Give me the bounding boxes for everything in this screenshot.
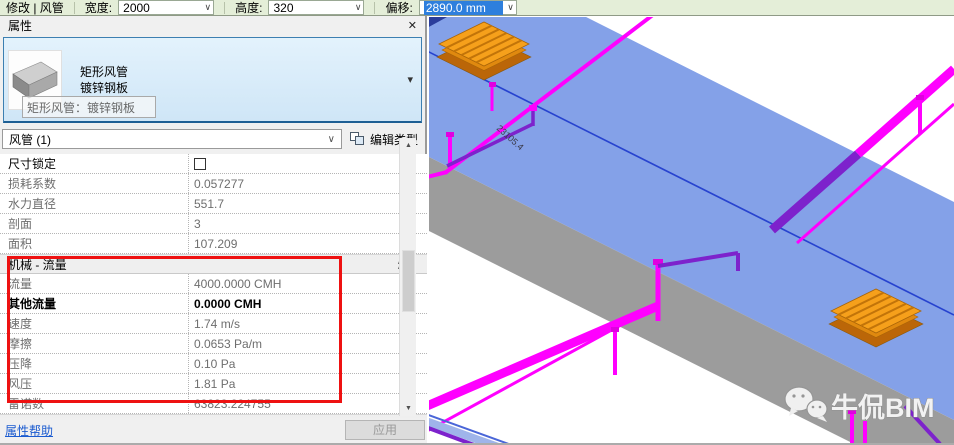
chevron-down-icon[interactable]: ∨ [507,3,514,12]
prop-label: 剖面 [8,217,33,231]
close-icon[interactable]: ✕ [408,19,417,32]
height-value[interactable]: 320 [273,1,350,15]
context-tab-label: 修改 | 风管 [6,1,64,15]
toolbar-separator [224,1,226,14]
width-label: 宽度: [84,1,113,15]
prop-row-loss-coefficient: 损耗系数 0.057277 [0,174,427,194]
properties-panel: 属性 ✕ 矩形风管 镀锌钢板 ▾ 矩形风管：镀锌钢板 风管 (1) ∨ 编辑类型… [0,16,427,443]
scroll-up-icon[interactable]: ▲ [400,138,417,153]
instance-selector-value: 风管 (1) [9,132,52,147]
prop-row-friction: 摩擦 0.0653 Pa/m [0,334,427,354]
pipe-wide-bottom[interactable] [429,301,660,411]
prop-label: 流量 [8,277,33,291]
duct-thumbnail-image [12,61,58,99]
duct-3d[interactable] [429,17,954,443]
pipe-thin-bottom[interactable] [429,325,618,432]
property-grid: 尺寸锁定 损耗系数 0.057277 水力直径 551.7 剖面 3 面积 10… [0,154,427,434]
chevron-down-icon[interactable]: ∨ [205,3,212,12]
prop-value [188,154,409,173]
prop-value: 4000.0000 CMH [188,274,409,293]
prop-label: 水力直径 [8,197,57,211]
prop-value: 107.209 [188,234,409,253]
toolbar-separator [73,1,75,14]
prop-label: 尺寸锁定 [8,157,57,171]
chevron-down-icon[interactable]: ∨ [328,134,335,145]
offset-value[interactable]: 2890.0 mm [423,0,504,15]
prop-row-additional-flow: 其他流量 0.0000 CMH [0,294,427,314]
prop-row-flow: 流量 4000.0000 CMH [0,274,427,294]
prop-row-pressure-drop: 压降 0.10 Pa [0,354,427,374]
panel-footer: 属性帮助 应用 [0,418,427,443]
prop-value: 63823.224755 [188,394,409,413]
prop-label: 其他流量 [8,297,57,311]
scrollbar-thumb[interactable] [402,250,415,312]
pipe-crossing-right[interactable] [855,65,954,158]
type-tooltip: 矩形风管：镀锌钢板 [22,96,156,118]
properties-help-link[interactable]: 属性帮助 [5,422,53,439]
prop-label: 风压 [8,377,33,391]
prop-value: 0.10 Pa [188,354,409,373]
prop-row-hydraulic-diameter: 水力直径 551.7 [0,194,427,214]
prop-label: 摩擦 [8,337,33,351]
offset-label: 偏移: [385,1,413,15]
panel-title: 属性 [8,19,33,33]
offset-combobox[interactable]: 2890.0 mm ∨ [418,0,517,15]
section-label: 机械 - 流量 [8,257,67,272]
prop-value: 1.74 m/s [188,314,409,333]
3d-viewport[interactable]: 23105.4 牛侃BIM [429,17,954,443]
width-combobox[interactable]: 2000 ∨ [118,0,215,15]
type-dropdown-icon[interactable]: ▾ [407,73,413,86]
prop-value: 1.81 Pa [188,374,409,393]
type-name: 矩形风管 镀锌钢板 [80,64,128,96]
prop-value: 0.0653 Pa/m [188,334,409,353]
prop-row-size-lock: 尺寸锁定 [0,154,427,174]
prop-value: 3 [188,214,409,233]
height-label: 高度: [235,1,263,15]
apply-button[interactable]: 应用 [345,420,425,440]
prop-row-wind-pressure: 风压 1.81 Pa [0,374,427,394]
type-family: 矩形风管 [80,64,129,79]
prop-row-area: 面积 107.209 [0,234,427,254]
prop-value: 0.057277 [188,174,409,193]
edit-type-icon [350,132,365,146]
size-lock-checkbox[interactable] [194,157,206,170]
prop-row-reynolds: 雷诺数 63823.224755 [0,394,427,414]
prop-label: 雷诺数 [8,397,45,411]
prop-value: 551.7 [188,194,409,213]
options-bar: 修改 | 风管 宽度: 2000 ∨ 高度: 320 ∨ 偏移: 2890.0 … [0,0,954,16]
prop-row-velocity: 速度 1.74 m/s [0,314,427,334]
panel-scrollbar[interactable]: ▲ ▼ [399,138,416,416]
instance-selector[interactable]: 风管 (1) ∨ [2,129,342,149]
instance-row: 风管 (1) ∨ 编辑类型 [0,128,427,150]
height-combobox[interactable]: 320 ∨ [268,0,365,15]
watermark-text: 牛侃BIM [831,393,935,423]
prop-label: 损耗系数 [8,177,57,191]
type-type: 镀锌钢板 [80,80,129,95]
properties-title-bar: 属性 ✕ [0,16,425,35]
chevron-down-icon[interactable]: ∨ [355,3,362,12]
width-value[interactable]: 2000 [123,1,200,15]
revit-window: 修改 | 风管 宽度: 2000 ∨ 高度: 320 ∨ 偏移: 2890.0 … [0,0,954,445]
prop-label: 压降 [8,357,33,371]
prop-value[interactable]: 0.0000 CMH [188,294,409,313]
prop-label: 面积 [8,237,33,251]
type-selector[interactable]: 矩形风管 镀锌钢板 ▾ 矩形风管：镀锌钢板 [3,37,422,123]
toolbar-separator [374,1,376,14]
3d-scene: 23105.4 牛侃BIM [429,17,954,443]
scroll-down-icon[interactable]: ▼ [400,401,417,416]
prop-label: 速度 [8,317,33,331]
section-header-mechanical-flow[interactable]: 机械 - 流量 ∧∧ [0,254,427,274]
prop-row-section: 剖面 3 [0,214,427,234]
